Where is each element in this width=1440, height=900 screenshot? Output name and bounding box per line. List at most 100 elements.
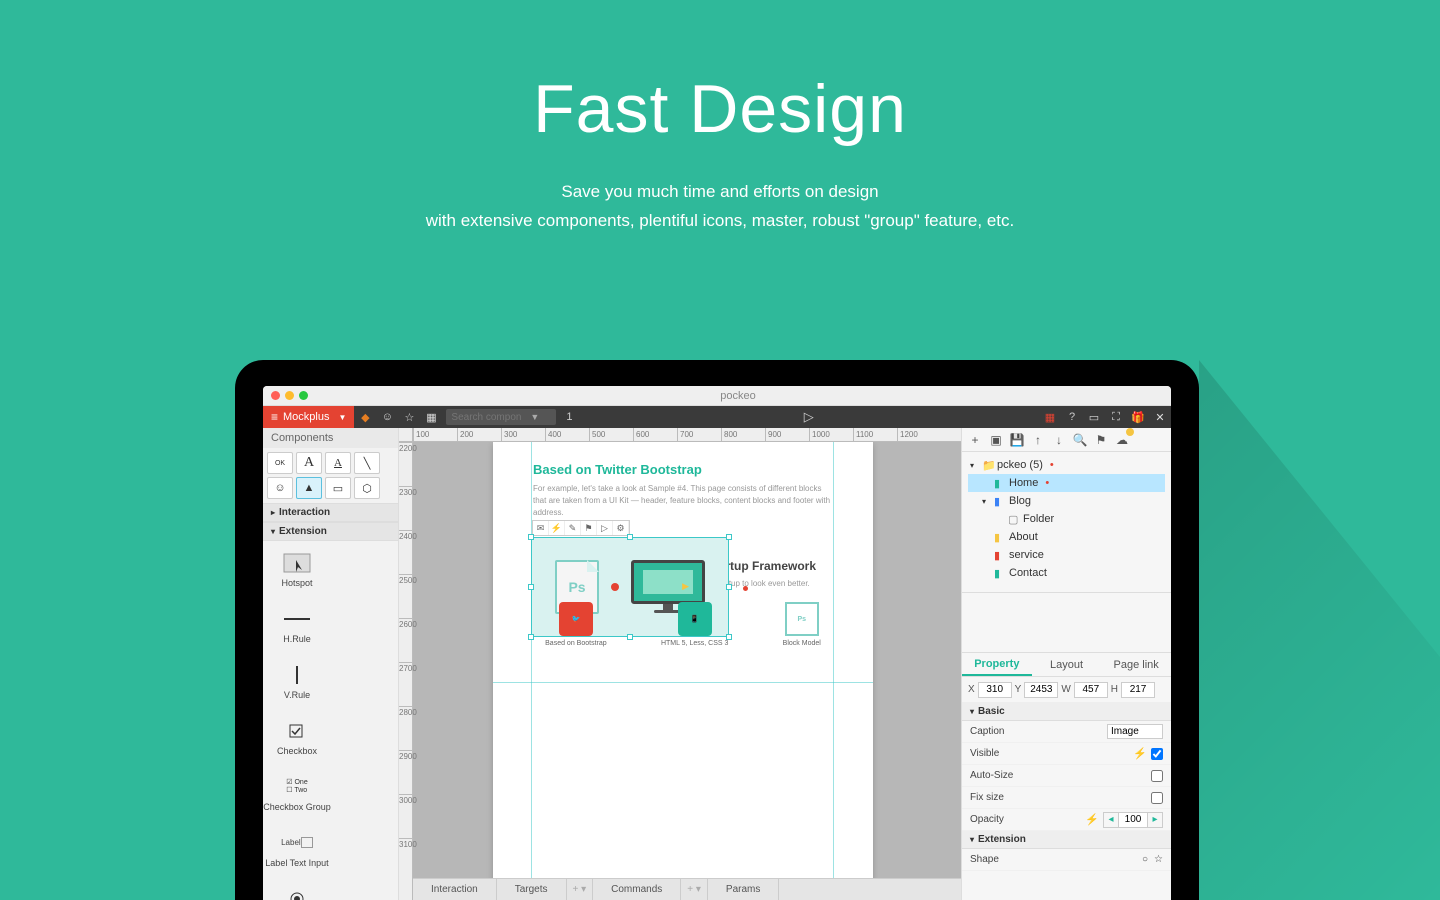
link-point[interactable] (743, 586, 748, 591)
fullscreen-icon[interactable]: ⛶ (1105, 406, 1127, 428)
image-component-icon[interactable]: ▲ (296, 477, 322, 499)
zoom-level[interactable]: 1 (560, 411, 578, 423)
section-interaction[interactable]: Interaction (263, 503, 398, 522)
tree-item-blog[interactable]: ▾▮Blog (968, 492, 1165, 510)
resize-handle[interactable] (528, 534, 534, 540)
visible-checkbox[interactable] (1151, 748, 1163, 760)
comp-vrule[interactable]: V.Rule (263, 653, 331, 709)
tab-targets[interactable]: Targets (497, 879, 567, 900)
resize-handle[interactable] (528, 634, 534, 640)
emoji-component-icon[interactable]: ☺ (267, 477, 293, 499)
play-icon[interactable]: ▷ (597, 521, 613, 535)
tab-interaction[interactable]: Interaction (413, 879, 497, 900)
coord-h-input[interactable] (1121, 682, 1155, 698)
comp-radio[interactable]: Radio Button (263, 877, 331, 900)
tree-project[interactable]: ▾📁pckeo (5) • (968, 456, 1165, 474)
add-command[interactable]: + ▾ (681, 879, 708, 900)
tree-item-service[interactable]: ▮service (968, 546, 1165, 564)
new-folder-icon[interactable]: ▣ (987, 431, 1005, 449)
tree-item-home[interactable]: ▮Home • (968, 474, 1165, 492)
opacity-input[interactable] (1118, 813, 1148, 827)
design-page[interactable]: Based on Twitter Bootstrap For example, … (493, 442, 873, 878)
coord-w-input[interactable] (1074, 682, 1108, 698)
app-menu-button[interactable]: ≡ Mockplus ▼ (263, 406, 354, 428)
comp-checkbox[interactable]: Checkbox (263, 709, 331, 765)
tab-commands[interactable]: Commands (593, 879, 681, 900)
comp-hrule[interactable]: H.Rule (263, 597, 331, 653)
comp-hotspot[interactable]: Hotspot (263, 541, 331, 597)
resize-handle[interactable] (726, 534, 732, 540)
flag-pages-icon[interactable]: ⚑ (1092, 431, 1110, 449)
resize-handle[interactable] (627, 534, 633, 540)
search-input[interactable] (446, 412, 526, 423)
help-icon[interactable]: ? (1061, 406, 1083, 428)
fixsize-checkbox[interactable] (1151, 792, 1163, 804)
edit-icon[interactable]: ✎ (565, 521, 581, 535)
canvas-stage[interactable]: Based on Twitter Bootstrap For example, … (413, 442, 961, 878)
shape-component-icon[interactable]: ⬡ (354, 477, 380, 499)
bolt-icon[interactable]: ⚡ (549, 521, 565, 535)
gift-icon[interactable]: 🎁 (1127, 406, 1149, 428)
flag-icon[interactable]: ⚑ (581, 521, 597, 535)
down-icon[interactable]: ↓ (1050, 431, 1068, 449)
caption-input[interactable] (1107, 724, 1163, 739)
link-icon[interactable]: ✉ (533, 521, 549, 535)
shape-circle-icon[interactable]: ○ (1142, 854, 1148, 865)
search-pages-icon[interactable]: 🔍 (1071, 431, 1089, 449)
guide-vertical[interactable] (833, 442, 834, 878)
bolt-icon[interactable]: ⚡ (1085, 813, 1099, 826)
close-toolbar-icon[interactable]: ✕ (1149, 406, 1171, 428)
cube-icon[interactable]: ◆ (354, 406, 376, 428)
autosize-checkbox[interactable] (1151, 770, 1163, 782)
save-icon[interactable]: 💾 (1008, 431, 1026, 449)
maximize-window-button[interactable] (299, 391, 308, 400)
settings-icon[interactable]: ⚙ (613, 521, 629, 535)
comp-checkbox-group[interactable]: ☑ One☐ TwoCheckbox Group (263, 765, 331, 821)
opacity-decrease[interactable]: ◂ (1104, 814, 1118, 825)
tree-item-about[interactable]: ▮About (968, 528, 1165, 546)
coord-x-input[interactable] (978, 682, 1012, 698)
new-page-icon[interactable]: + (966, 431, 984, 449)
opacity-increase[interactable]: ▸ (1148, 814, 1162, 825)
resize-handle[interactable] (528, 584, 534, 590)
layout-grid-icon[interactable]: ▦ (1039, 406, 1061, 428)
close-window-button[interactable] (271, 391, 280, 400)
resize-handle[interactable] (726, 584, 732, 590)
opacity-stepper[interactable]: ◂ ▸ (1103, 812, 1163, 828)
section-extension[interactable]: Extension (263, 522, 398, 541)
resize-handle[interactable] (627, 634, 633, 640)
component-search[interactable]: ▼ (446, 409, 556, 425)
bolt-icon[interactable]: ⚡ (1133, 747, 1147, 760)
minimize-window-button[interactable] (285, 391, 294, 400)
coord-y-input[interactable] (1024, 682, 1058, 698)
comp-label-input[interactable]: Label Label Text Input (263, 821, 331, 877)
button-component-icon[interactable]: OK (267, 452, 293, 474)
search-dropdown-icon[interactable]: ▼ (526, 412, 543, 422)
guide-horizontal[interactable] (493, 682, 873, 683)
tab-pagelink[interactable]: Page link (1101, 653, 1171, 676)
tab-params[interactable]: Params (708, 879, 779, 900)
prop-section-basic[interactable]: Basic (962, 703, 1171, 721)
grid-view-icon[interactable]: ▦ (420, 406, 442, 428)
preview-play-button[interactable]: ▷ (798, 406, 820, 428)
up-icon[interactable]: ↑ (1029, 431, 1047, 449)
star-icon[interactable]: ☆ (398, 406, 420, 428)
rect-component-icon[interactable]: ▭ (325, 477, 351, 499)
window-mode-icon[interactable]: ▭ (1083, 406, 1105, 428)
underline-text-icon[interactable]: A (325, 452, 351, 474)
text-component-icon[interactable]: A (296, 452, 322, 474)
prop-section-extension[interactable]: Extension (962, 831, 1171, 849)
canvas-area[interactable]: 100200300400500600700800900100011001200 … (399, 428, 961, 900)
line-component-icon[interactable]: ╲ (354, 452, 380, 474)
page-toolbar: + ▣ 💾 ↑ ↓ 🔍 ⚑ ☁ (962, 428, 1171, 452)
smiley-icon[interactable]: ☺ (376, 406, 398, 428)
add-target[interactable]: + ▾ (567, 879, 594, 900)
tree-item-contact[interactable]: ▮Contact (968, 564, 1165, 582)
guide-vertical[interactable] (531, 442, 532, 878)
tree-item-folder[interactable]: ▢Folder (968, 510, 1165, 528)
resize-handle[interactable] (726, 634, 732, 640)
tab-layout[interactable]: Layout (1032, 653, 1102, 676)
cloud-icon[interactable]: ☁ (1113, 431, 1131, 449)
tab-property[interactable]: Property (962, 653, 1032, 676)
shape-star-icon[interactable]: ☆ (1154, 854, 1163, 865)
